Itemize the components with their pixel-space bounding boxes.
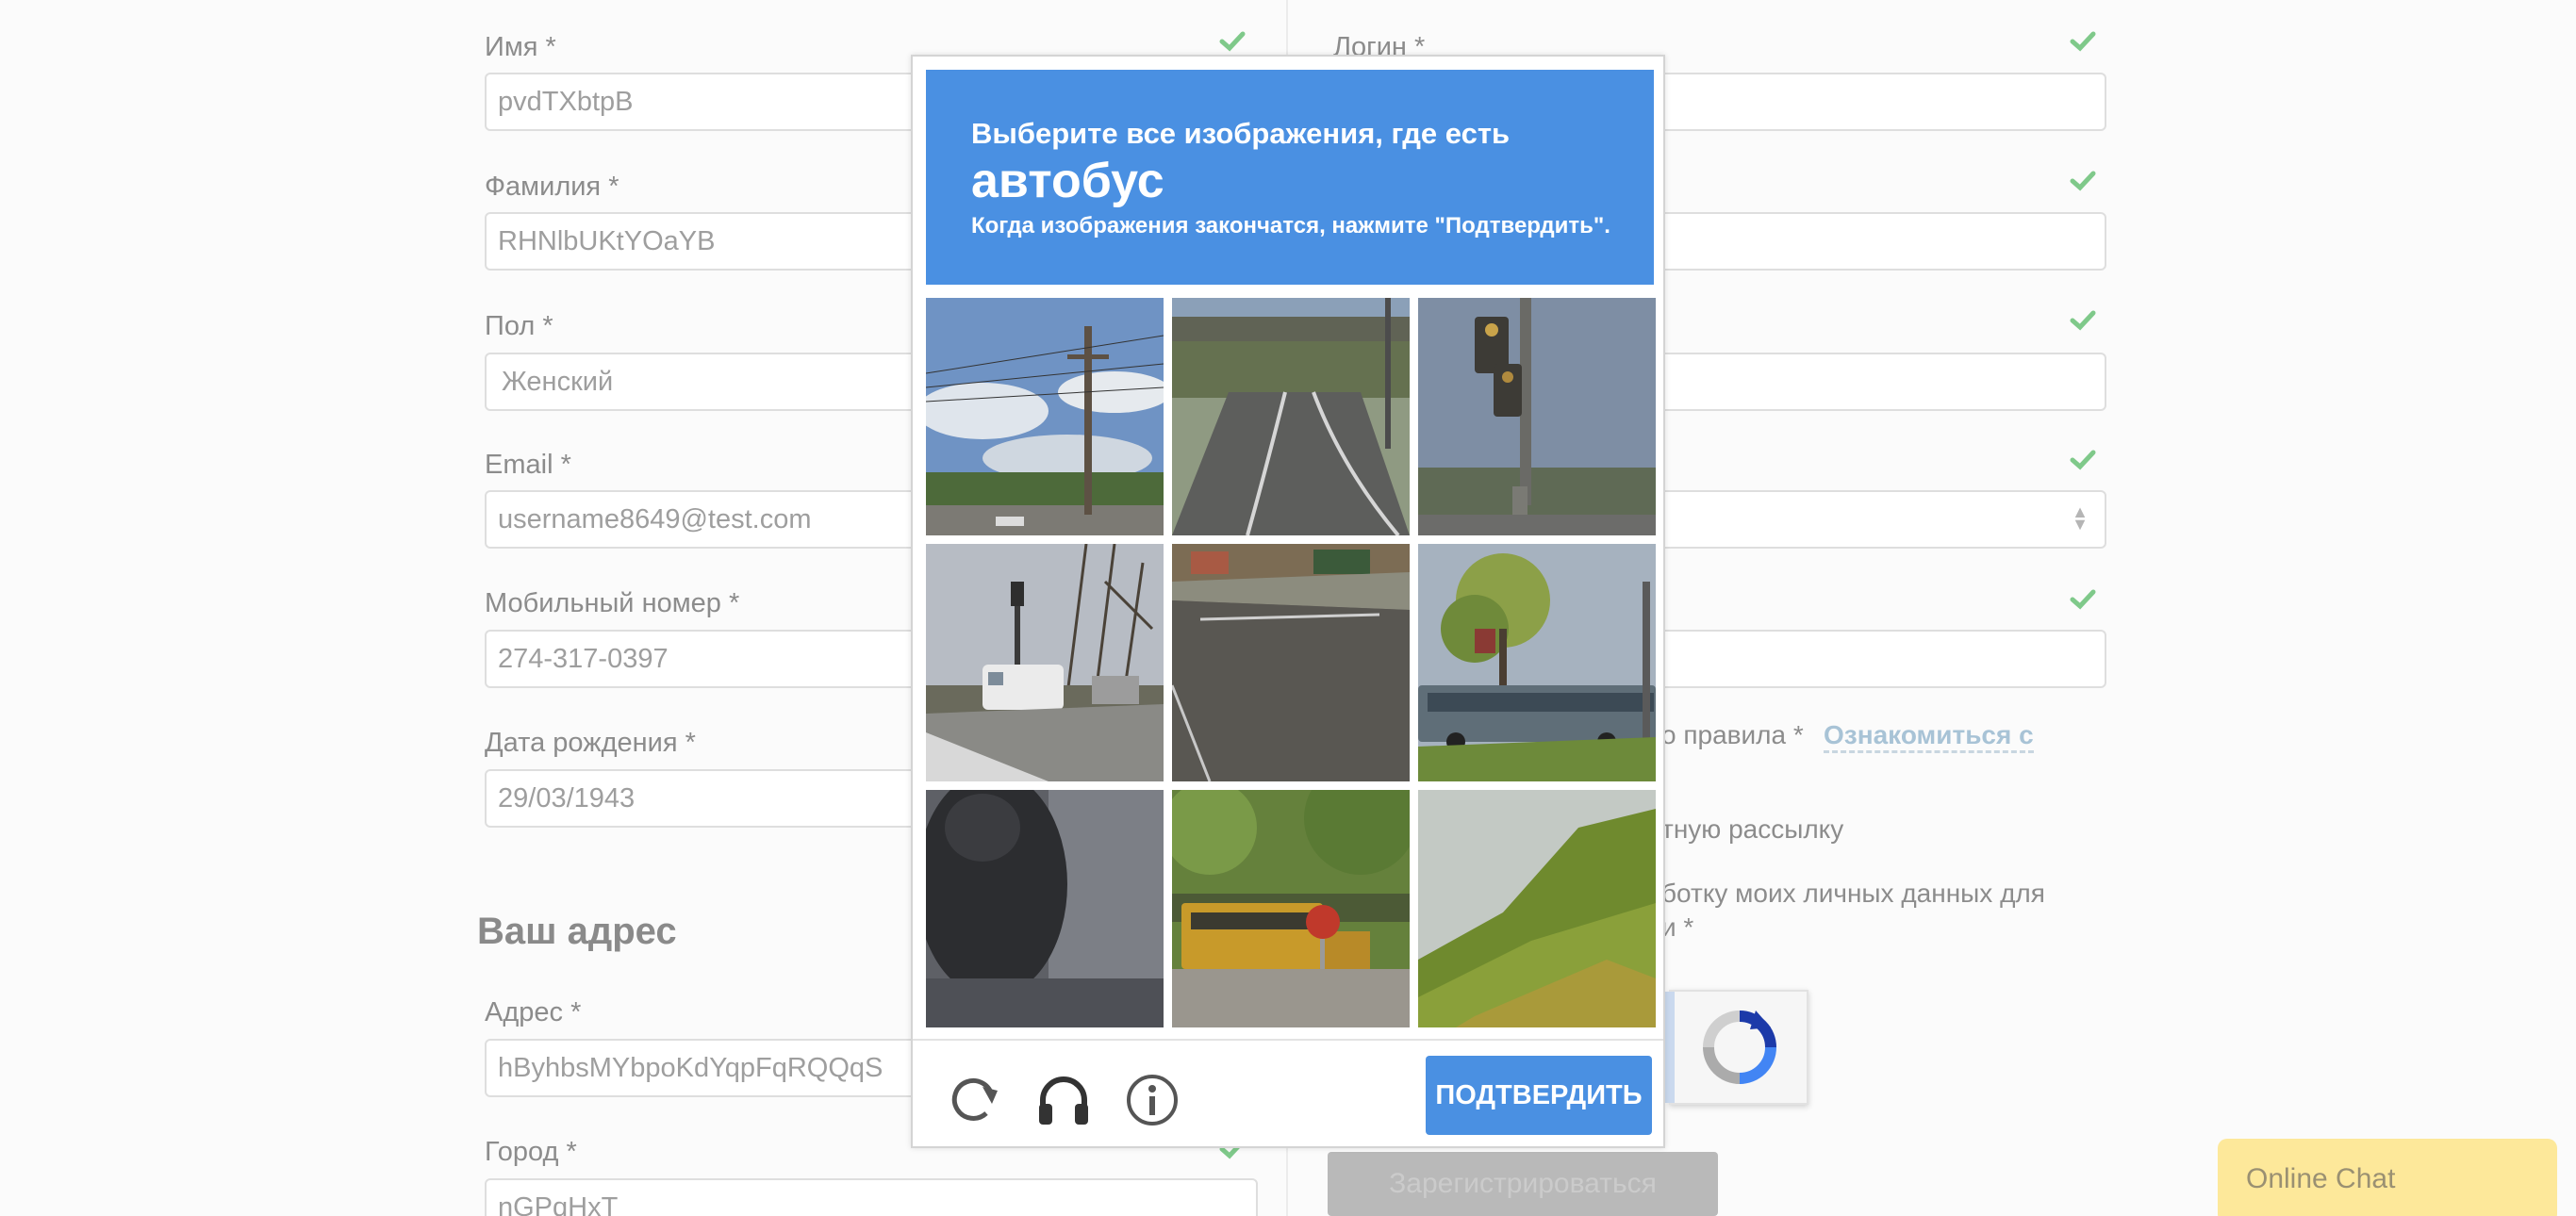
address-label: Адрес * bbox=[485, 997, 582, 1027]
captcha-tile-road-curb[interactable] bbox=[1172, 544, 1410, 781]
last-name-label: Фамилия * bbox=[485, 172, 619, 202]
captcha-tile-dark-blur[interactable] bbox=[926, 790, 1164, 1027]
birthdate-label: Дата рождения * bbox=[485, 728, 696, 758]
captcha-tile-utility-pole[interactable] bbox=[926, 298, 1164, 535]
captcha-modal: Выберите все изображения, где есть автоб… bbox=[911, 55, 1665, 1148]
refresh-icon[interactable] bbox=[945, 1070, 1005, 1130]
recaptcha-badge[interactable] bbox=[1660, 990, 1808, 1105]
verify-button[interactable]: ПОДТВЕРДИТЬ bbox=[1426, 1056, 1652, 1135]
rules-text: о правила * bbox=[1661, 720, 1804, 749]
captcha-footer-divider bbox=[913, 1039, 1663, 1041]
captcha-tile-road-overpass[interactable] bbox=[1172, 298, 1410, 535]
valid-check-icon bbox=[2069, 584, 2097, 613]
headphones-icon[interactable] bbox=[1033, 1070, 1094, 1130]
captcha-tile-grassy-hill[interactable] bbox=[1418, 790, 1656, 1027]
captcha-instruction: Выберите все изображения, где есть bbox=[971, 117, 1511, 150]
captcha-tile-traffic-light[interactable] bbox=[1418, 298, 1656, 535]
captcha-header: Выберите все изображения, где есть автоб… bbox=[926, 70, 1654, 285]
valid-check-icon bbox=[2069, 445, 2097, 473]
captcha-tile-street-van[interactable] bbox=[926, 544, 1164, 781]
city-label: Город * bbox=[485, 1137, 577, 1167]
captcha-tile-school-bus[interactable] bbox=[1172, 790, 1410, 1027]
rules-link[interactable]: Ознакомиться с bbox=[1824, 720, 2034, 753]
phone-label: Мобильный номер * bbox=[485, 588, 740, 618]
select-arrows-icon: ▲ ▼ bbox=[2072, 502, 2089, 534]
email-label: Email * bbox=[485, 450, 571, 480]
captcha-image-grid bbox=[926, 298, 1656, 1027]
captcha-target-word: автобус bbox=[971, 154, 1164, 208]
valid-check-icon bbox=[1218, 26, 1247, 55]
city-input[interactable]: nGPqHxT bbox=[485, 1178, 1258, 1216]
address-section-title: Ваш адрес bbox=[477, 911, 677, 952]
valid-check-icon bbox=[2069, 166, 2097, 194]
online-chat-button[interactable]: Online Chat bbox=[2218, 1139, 2557, 1216]
consent-text-line1: ботку моих личных данных для bbox=[1661, 879, 2045, 908]
captcha-hint: Когда изображения закончатся, нажмите "П… bbox=[971, 213, 1610, 238]
register-button[interactable]: Зарегистрироваться bbox=[1328, 1152, 1718, 1216]
valid-check-icon bbox=[2069, 26, 2097, 55]
newsletter-text: тную рассылку bbox=[1661, 814, 1844, 844]
captcha-tile-street-bus[interactable] bbox=[1418, 544, 1656, 781]
valid-check-icon bbox=[2069, 305, 2097, 334]
recaptcha-logo-icon bbox=[1703, 1011, 1776, 1084]
first-name-label: Имя * bbox=[485, 32, 556, 62]
info-icon[interactable] bbox=[1122, 1070, 1182, 1130]
gender-label: Пол * bbox=[485, 311, 553, 341]
consent-text-line2: и * bbox=[1661, 912, 1694, 942]
